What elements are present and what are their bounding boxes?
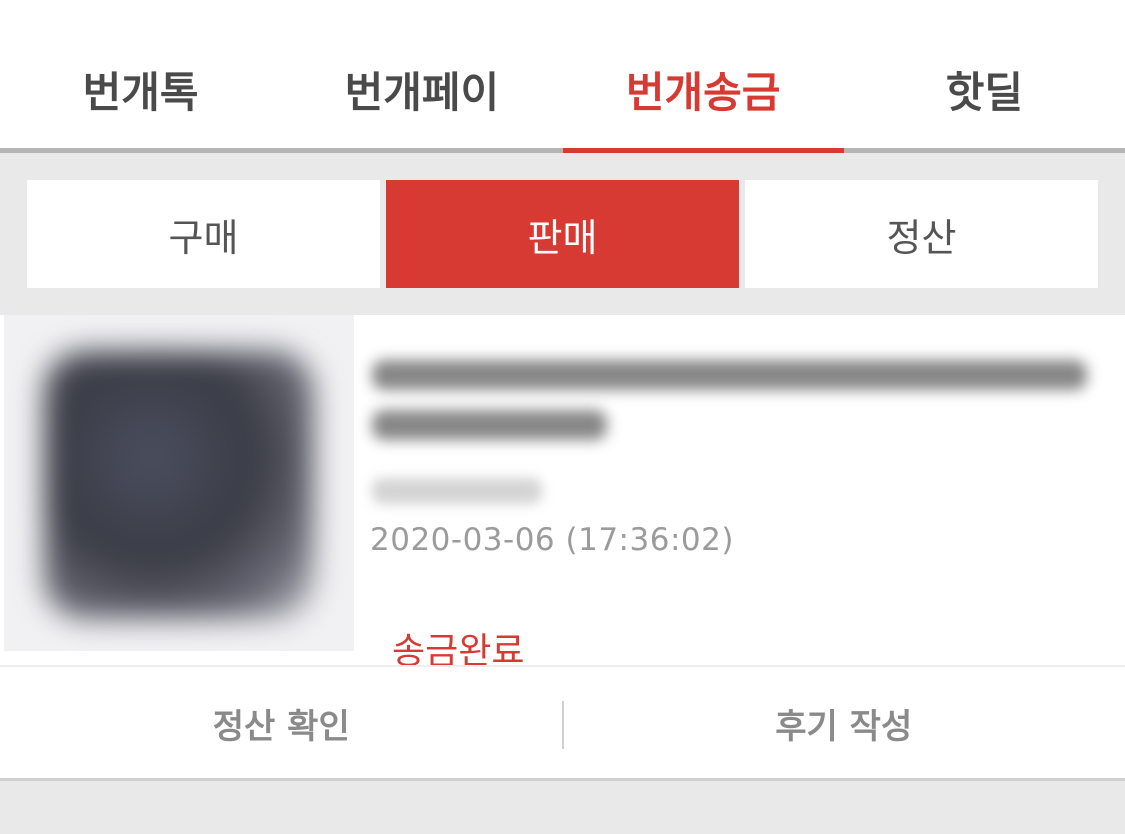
blurred-product-title	[372, 352, 1092, 448]
action-divider	[562, 701, 564, 749]
card-bottom-border	[0, 778, 1125, 781]
top-tab-bar: 번개톡 번개페이 번개송금 핫딜	[0, 0, 1125, 148]
blurred-title-line-2	[372, 410, 607, 440]
blurred-title-line-1	[372, 360, 1087, 390]
sub-tab-bar: 구매 판매 정산	[0, 153, 1125, 315]
tab-hot-deal[interactable]: 핫딜	[844, 0, 1125, 148]
settlement-check-button[interactable]: 정산 확인	[0, 667, 563, 780]
blurred-seller-info	[372, 478, 542, 504]
tab-bungae-pay[interactable]: 번개페이	[281, 0, 562, 148]
product-thumbnail	[4, 315, 354, 651]
tab-bungae-talk[interactable]: 번개톡	[0, 0, 281, 148]
tab-bungae-transfer[interactable]: 번개송금	[563, 0, 844, 148]
sub-tab-sale[interactable]: 판매	[386, 180, 739, 288]
blurred-product-image	[44, 351, 314, 619]
sub-tab-settlement[interactable]: 정산	[745, 180, 1098, 288]
app-screen: 번개톡 번개페이 번개송금 핫딜 구매 판매 정산 2020-03-06 (17…	[0, 0, 1125, 834]
write-review-button[interactable]: 후기 작성	[563, 667, 1125, 780]
sub-tab-purchase[interactable]: 구매	[27, 180, 380, 288]
action-bar: 정산 확인 후기 작성	[0, 665, 1125, 780]
transaction-date: 2020-03-06 (17:36:02)	[370, 522, 734, 558]
